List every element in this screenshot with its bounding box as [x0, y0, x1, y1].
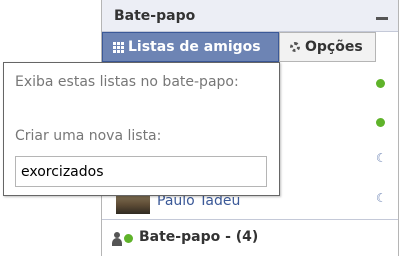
gear-icon — [290, 42, 300, 52]
chat-tabbar: Listas de amigos Opções — [102, 32, 398, 62]
online-status-icon — [124, 234, 133, 243]
chat-footer-label: Bate-papo - (4) — [139, 229, 259, 245]
popover-description: Exiba estas listas no bate-papo: — [15, 74, 239, 90]
new-list-input[interactable] — [15, 156, 267, 187]
chat-titlebar[interactable]: Bate-papo — [102, 0, 398, 32]
idle-moon-icon: ☾ — [376, 191, 387, 205]
friend-lists-popover: Exiba estas listas no bate-papo: Criar u… — [3, 62, 280, 196]
chat-title: Bate-papo — [114, 8, 196, 24]
tab-options-label: Opções — [305, 39, 363, 55]
tab-friend-lists-label: Listas de amigos — [128, 39, 261, 55]
online-status-icon — [376, 118, 385, 127]
online-status-icon — [376, 79, 385, 88]
tab-options[interactable]: Opções — [279, 32, 376, 62]
idle-moon-icon: ☾ — [376, 151, 387, 165]
person-icon — [112, 232, 122, 246]
list-grid-icon — [113, 41, 124, 53]
new-list-label: Criar uma nova lista: — [15, 128, 162, 144]
tab-friend-lists[interactable]: Listas de amigos — [102, 32, 279, 62]
minimize-icon[interactable] — [376, 17, 388, 20]
chat-footer[interactable]: Bate-papo - (4) — [102, 219, 398, 256]
